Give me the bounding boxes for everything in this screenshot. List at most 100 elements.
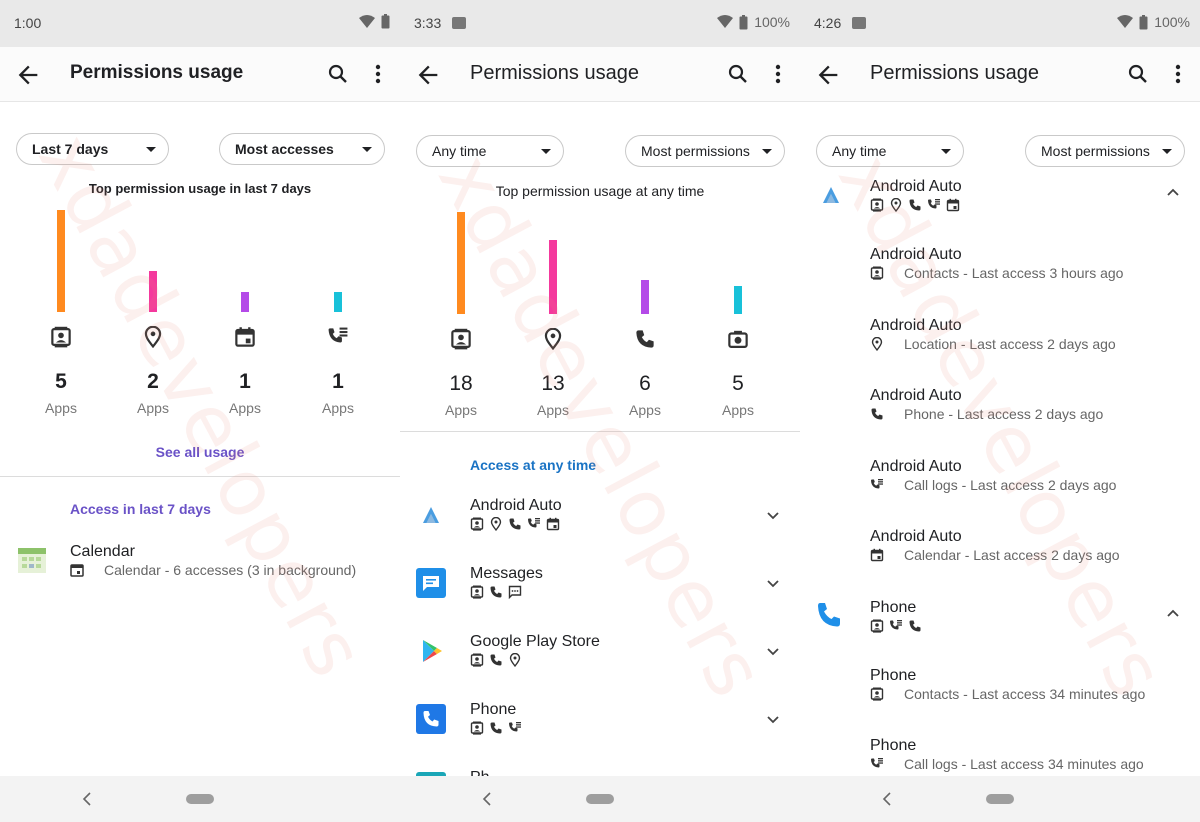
access-row-detail: Calendar - Last access 2 days ago [904,547,1120,563]
chevron-down-icon[interactable] [764,574,782,592]
wifi-icon [717,15,734,28]
time-filter-dropdown[interactable]: Last 7 days [16,133,169,165]
chevron-down-icon[interactable] [764,642,782,660]
time-filter-dropdown[interactable]: Any time [416,135,564,167]
access-row-subtitle: Location - Last access 2 days ago [870,336,1116,352]
access-row-title: Android Auto [870,316,962,334]
time-filter-dropdown[interactable]: Any time [816,135,964,167]
access-row-detail: Location - Last access 2 days ago [904,335,1116,352]
access-row-detail: Contacts - Last access 3 hours ago [904,265,1124,281]
app-row-title: Android Auto [470,497,562,514]
more-options-icon[interactable] [368,62,388,86]
sort-label: Most permissions [1041,143,1150,159]
app-row-title: Google Play Store [470,633,600,650]
location-icon[interactable] [542,328,564,350]
screen-last-7-days: 1:00 Permissions usage Last 7 days Most … [0,0,400,822]
dropdown-arrow-icon [541,148,551,154]
list-item-title: Calendar [70,543,135,560]
access-row-title: Phone [870,737,917,754]
sort-dropdown[interactable]: Most permissions [1025,135,1185,167]
chart-count-label: 18 [449,372,473,395]
calendar-icon[interactable] [234,326,256,348]
chevron-up-icon[interactable] [1164,184,1182,202]
contacts-icon [870,266,884,280]
calendar-icon [870,548,884,562]
battery-percent: 100% [754,14,790,30]
divider [0,476,400,477]
status-bar: 1:00 [0,0,400,47]
chart-count-label: 6 [639,372,651,395]
contacts-icon [470,721,484,735]
chevron-down-icon[interactable] [764,710,782,728]
wifi-icon [1117,15,1134,28]
battery-icon [1139,14,1148,29]
location-icon [509,653,521,667]
android-auto-icon [816,180,846,210]
phone-icon [490,654,502,666]
battery-icon [739,14,748,29]
search-icon[interactable] [326,62,350,86]
phone-icon [909,620,921,631]
camera-icon[interactable] [727,328,749,350]
contacts-icon [870,687,884,701]
contacts-icon[interactable] [50,326,72,348]
back-arrow-icon[interactable] [814,61,842,89]
divider [400,431,800,432]
more-options-icon[interactable] [1168,62,1188,86]
contacts-icon [870,619,884,633]
home-pill[interactable] [186,794,214,804]
chevron-down-icon[interactable] [764,506,782,524]
nav-back-icon[interactable] [480,791,494,807]
call-logs-icon[interactable] [327,326,349,348]
chart-count-label: 1 [332,370,344,393]
search-icon[interactable] [1126,62,1150,86]
access-row-subtitle: Contacts - Last access 34 minutes ago [870,686,1145,702]
location-icon[interactable] [142,326,164,348]
phone-app-icon [818,602,840,626]
sort-dropdown[interactable]: Most accesses [219,133,385,165]
access-row-detail: Phone - Last access 2 days ago [904,406,1104,422]
status-time: 1:00 [14,15,42,31]
chart-title: Top permission usage at any time [495,183,705,199]
call-logs-icon [528,518,540,528]
chevron-up-icon[interactable] [1164,605,1182,623]
phone-icon [490,722,502,734]
app-row-title: Phone [470,701,517,718]
time-filter-label: Any time [832,143,887,159]
search-icon[interactable] [726,62,750,86]
call-logs-icon [890,619,902,629]
dropdown-arrow-icon [941,148,951,154]
chart-apps-label: Apps [537,402,569,418]
location-icon [890,198,902,212]
back-arrow-icon[interactable] [414,61,442,89]
chart-title: Top permission usage in last 7 days [88,181,312,196]
chart-count-label: 2 [147,370,159,393]
chart-count-label: 5 [55,370,67,393]
permission-icons [470,585,522,599]
contacts-icon[interactable] [450,328,472,350]
see-all-usage-link[interactable]: See all usage [0,444,400,460]
chart-bar-location [149,271,157,312]
app-bar: Permissions usage [0,47,400,102]
home-pill[interactable] [986,794,1014,804]
sort-dropdown[interactable]: Most permissions [625,135,785,167]
play-store-icon [423,640,442,662]
permission-icons [470,721,522,735]
calendar-icon [946,198,960,212]
chart-bar-camera [734,285,742,314]
nav-back-icon[interactable] [880,791,894,807]
phone-icon [871,408,883,420]
battery-percent: 100% [1154,14,1190,30]
permission-icons [870,619,922,633]
phone-icon[interactable] [634,328,656,350]
home-pill[interactable] [586,794,614,804]
chart-count-label: 1 [239,370,251,393]
more-options-icon[interactable] [768,62,788,86]
back-arrow-icon[interactable] [14,61,42,89]
contacts-icon [870,198,884,212]
access-row-title: Phone [870,666,917,684]
access-row-detail: Call logs - Last access 2 days ago [904,476,1117,493]
chart-apps-label: Apps [45,400,77,416]
battery-icon [381,14,390,29]
nav-back-icon[interactable] [80,791,94,807]
